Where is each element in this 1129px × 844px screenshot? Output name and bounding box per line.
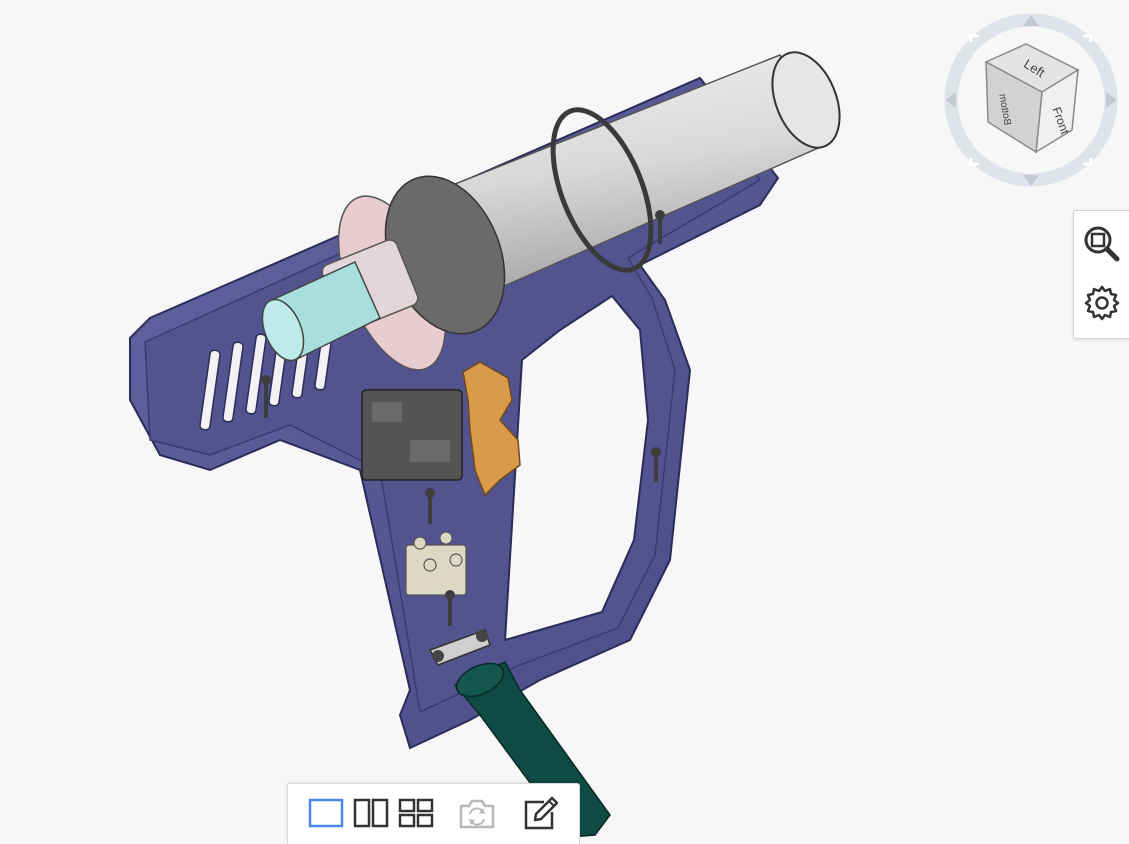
zoom-fit-icon [1084,226,1120,262]
camera-icon [459,799,495,829]
side-tool-panel [1073,210,1129,339]
bottom-toolbar [287,783,580,844]
zoom-fit-button[interactable] [1082,223,1122,263]
single-view-button[interactable] [304,792,348,836]
clamp-screw [476,630,488,642]
markup-button[interactable] [518,792,562,836]
switch-block[interactable] [361,389,463,481]
four-views-icon [398,798,434,828]
view-cube[interactable]: Left Front Bottom [944,12,1119,188]
two-views-button[interactable] [349,792,393,836]
clamp-screw [432,650,444,662]
edit-icon [524,796,559,830]
two-views-icon [353,798,389,828]
four-views-button[interactable] [394,792,438,836]
single-view-icon [308,798,344,828]
gear-icon [1084,285,1120,321]
snapshot-button[interactable] [455,792,499,836]
settings-button[interactable] [1082,283,1122,323]
